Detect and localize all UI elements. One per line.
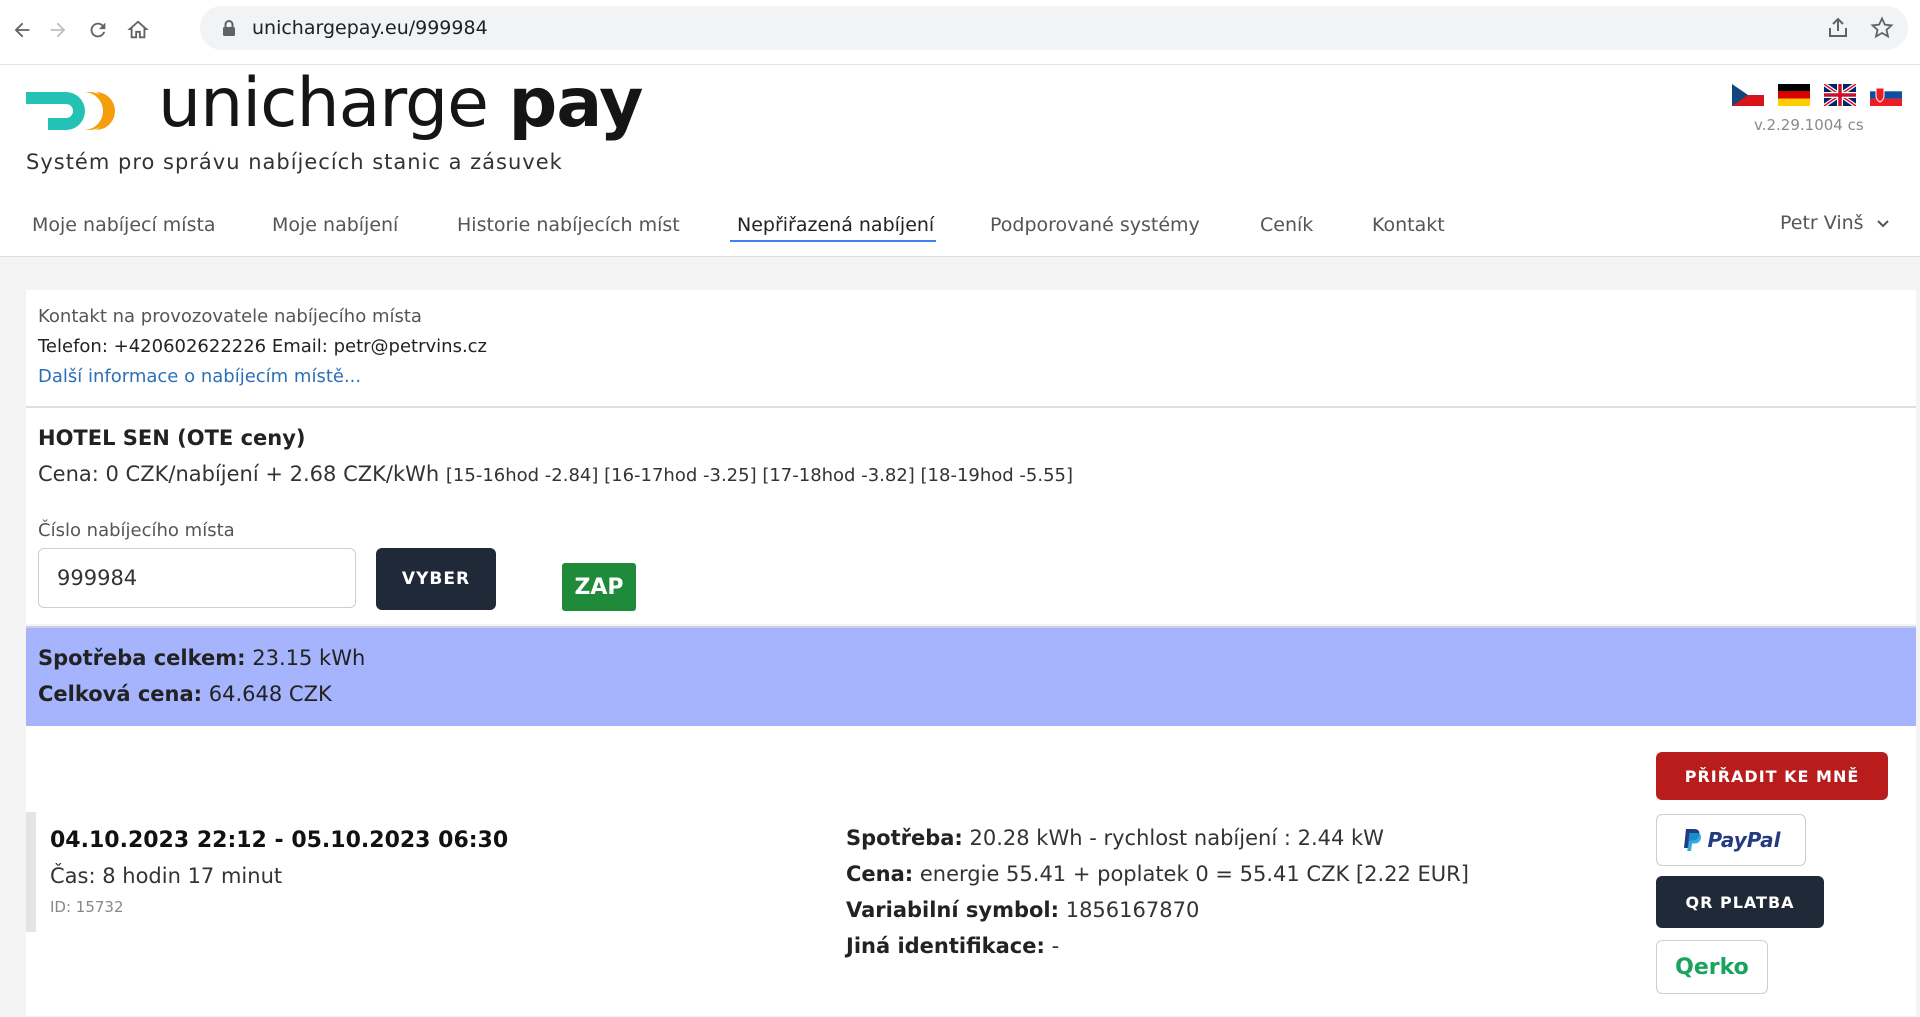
- user-name: Petr Vinš: [1780, 212, 1864, 234]
- session-duration: Čas: 8 hodin 17 minut: [50, 864, 283, 888]
- variable-symbol-value: 1856167870: [1065, 898, 1200, 922]
- menu-item-pricing[interactable]: Ceník: [1260, 214, 1313, 236]
- brand-logo-text: unicharge pay: [158, 64, 644, 143]
- total-price-label: Celková cena:: [38, 682, 203, 706]
- total-consumption: Spotřeba celkem: 23.15 kWh: [38, 646, 365, 670]
- logo-icon[interactable]: [26, 86, 126, 140]
- other-identification: Jiná identifikace: -: [846, 934, 1059, 958]
- price-time-slots: [15-16hod -2.84] [16-17hod -3.25] [17-18…: [445, 465, 1074, 486]
- session-price: Cena: energie 55.41 + poplatek 0 = 55.41…: [846, 862, 1469, 886]
- session-id: ID: 15732: [50, 898, 124, 916]
- menu-item-supported-systems[interactable]: Podporované systémy: [990, 214, 1200, 236]
- session-consumption: Spotřeba: 20.28 kWh - rychlost nabíjení …: [846, 826, 1384, 850]
- contact-title: Kontakt na provozovatele nabíjecího míst…: [38, 306, 422, 327]
- charging-point-number-input[interactable]: [38, 548, 356, 608]
- version-label: v.2.29.1004 cs: [1754, 116, 1864, 134]
- flag-sk-icon[interactable]: [1870, 84, 1902, 106]
- total-consumption-value: 23.15 kWh: [252, 646, 366, 670]
- tagline: Systém pro správu nabíjecích stanic a zá…: [26, 150, 563, 174]
- qr-payment-button[interactable]: QR PLATBA: [1656, 876, 1824, 928]
- lock-icon: [222, 19, 236, 41]
- flag-cz-icon[interactable]: [1732, 84, 1764, 106]
- flag-uk-icon[interactable]: [1824, 84, 1856, 106]
- menu-item-charging-history[interactable]: Historie nabíjecích míst: [457, 214, 680, 236]
- reload-icon[interactable]: [80, 12, 116, 48]
- charging-point-info-link[interactable]: Další informace o nabíjecím místě...: [38, 366, 361, 387]
- session-price-value: energie 55.41 + poplatek 0 = 55.41 CZK […: [919, 862, 1469, 886]
- other-identification-value: -: [1051, 934, 1060, 958]
- operator-contact-panel: Kontakt na provozovatele nabíjecího míst…: [26, 290, 1916, 408]
- session-consumption-value: 20.28 kWh - rychlost nabíjení : 2.44 kW: [969, 826, 1384, 850]
- forward-icon[interactable]: [40, 12, 76, 48]
- paypal-button[interactable]: PayPal: [1656, 814, 1806, 866]
- bookmark-star-icon[interactable]: [1870, 16, 1894, 40]
- browser-toolbar: unichargepay.eu/999984: [0, 0, 1920, 65]
- share-icon[interactable]: [1826, 16, 1850, 40]
- charging-point-number-label: Číslo nabíjecího místa: [38, 520, 235, 541]
- flag-de-icon[interactable]: [1778, 84, 1810, 106]
- main-menu: Moje nabíjecí místa Moje nabíjení Histor…: [0, 196, 1920, 257]
- session-date-range: 04.10.2023 22:12 - 05.10.2023 06:30: [50, 828, 509, 853]
- brand-bold: pay: [508, 64, 644, 143]
- language-switcher: [1732, 84, 1902, 106]
- total-consumption-label: Spotřeba celkem:: [38, 646, 246, 670]
- charging-station-panel: HOTEL SEN (OTE ceny) Cena: 0 CZK/nabíjen…: [26, 408, 1916, 624]
- contact-details: Telefon: +420602622226 Email: petr@petrv…: [38, 336, 488, 357]
- home-icon[interactable]: [120, 12, 156, 48]
- select-button[interactable]: VYBER: [376, 548, 496, 610]
- chevron-down-icon: [1876, 220, 1889, 228]
- session-marker: [26, 812, 36, 932]
- session-price-label: Cena:: [846, 862, 914, 886]
- total-price: Celková cena: 64.648 CZK: [38, 682, 332, 706]
- user-menu[interactable]: Petr Vinš: [1780, 212, 1890, 234]
- variable-symbol: Variabilní symbol: 1856167870: [846, 898, 1199, 922]
- charging-session-row: 04.10.2023 22:12 - 05.10.2023 06:30 Čas:…: [26, 726, 1916, 1016]
- session-consumption-label: Spotřeba:: [846, 826, 963, 850]
- brand-light: unicharge: [158, 64, 489, 143]
- other-identification-label: Jiná identifikace:: [846, 934, 1045, 958]
- paypal-icon: [1684, 829, 1702, 851]
- paypal-label: PayPal: [1707, 828, 1781, 852]
- station-price: Cena: 0 CZK/nabíjení + 2.68 CZK/kWh [15-…: [38, 462, 1073, 486]
- total-price-value: 64.648 CZK: [208, 682, 332, 706]
- address-bar[interactable]: unichargepay.eu/999984: [200, 6, 1908, 50]
- menu-item-contact[interactable]: Kontakt: [1372, 214, 1445, 236]
- menu-item-my-charging[interactable]: Moje nabíjení: [272, 214, 398, 236]
- variable-symbol-label: Variabilní symbol:: [846, 898, 1060, 922]
- url-text: unichargepay.eu/999984: [252, 17, 488, 39]
- price-base: Cena: 0 CZK/nabíjení + 2.68 CZK/kWh: [38, 462, 440, 486]
- station-name: HOTEL SEN (OTE ceny): [38, 426, 306, 450]
- consumption-summary: Spotřeba celkem: 23.15 kWh Celková cena:…: [26, 626, 1916, 726]
- assign-to-me-button[interactable]: PŘIŘADIT KE MNĚ: [1656, 752, 1888, 800]
- qerko-button[interactable]: Qerko: [1656, 940, 1768, 994]
- switch-on-button[interactable]: ZAP: [562, 563, 636, 611]
- menu-item-unassigned-charging[interactable]: Nepřiřazená nabíjení: [737, 214, 934, 236]
- back-icon[interactable]: [4, 12, 40, 48]
- menu-item-my-charging-points[interactable]: Moje nabíjecí místa: [32, 214, 216, 236]
- active-tab-indicator: [730, 240, 936, 242]
